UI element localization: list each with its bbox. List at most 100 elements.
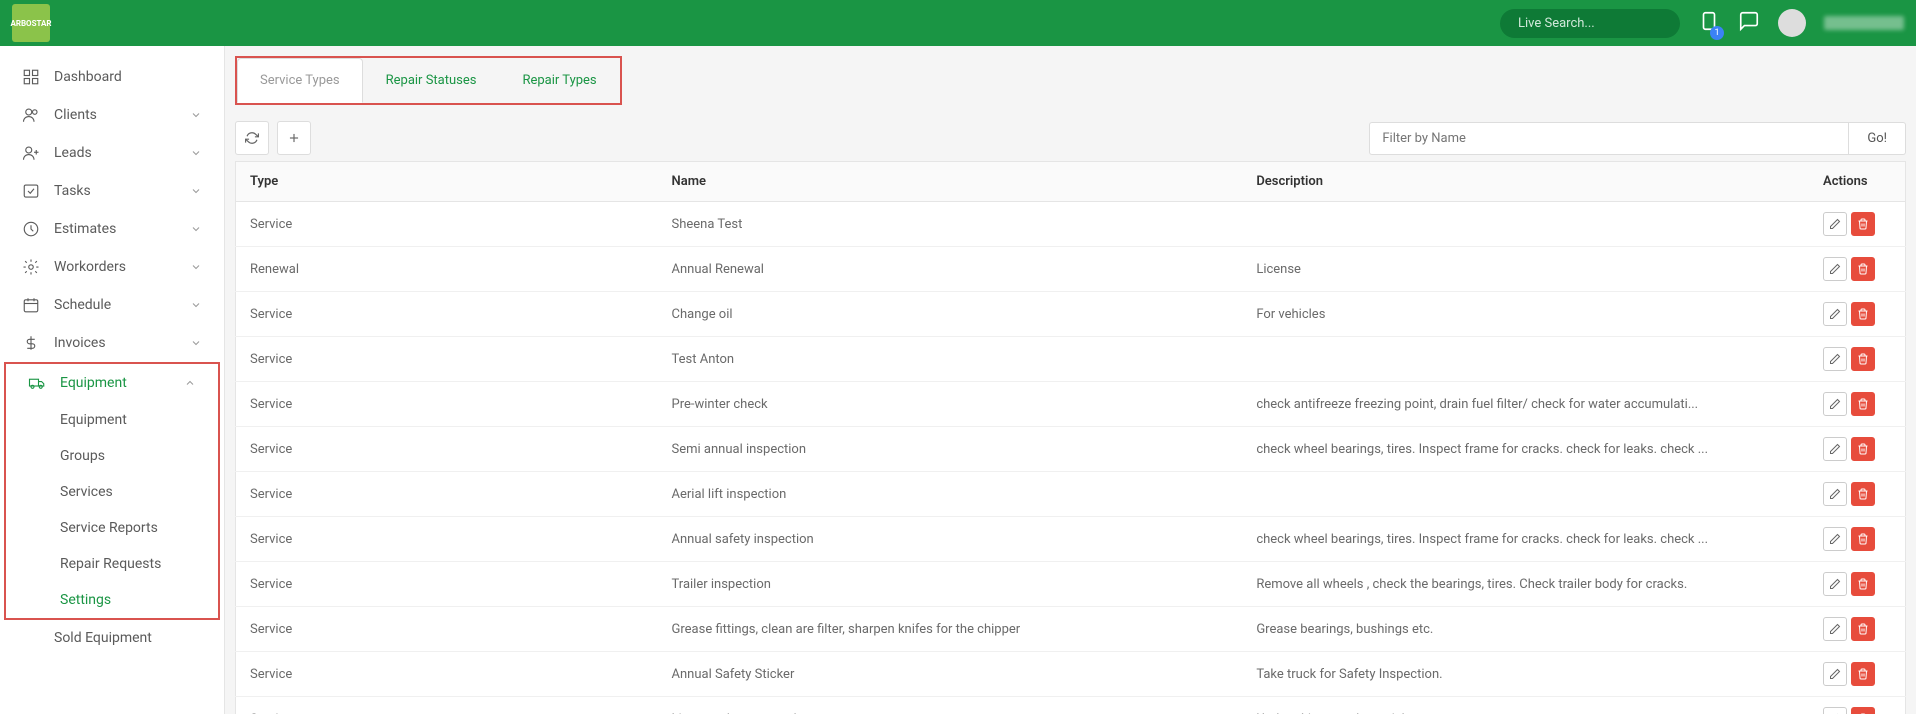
th-type[interactable]: Type: [236, 162, 658, 202]
table-row: Service Aerial lift inspection: [236, 472, 1906, 517]
edit-button[interactable]: [1823, 212, 1847, 236]
table-row: Service Pre-winter check check antifreez…: [236, 382, 1906, 427]
sidebar-item-schedule[interactable]: Schedule: [0, 286, 224, 324]
edit-button[interactable]: [1823, 572, 1847, 596]
delete-button[interactable]: [1851, 617, 1875, 641]
clock-icon: [22, 220, 40, 238]
tab-repair-types[interactable]: Repair Types: [499, 58, 619, 103]
table-row: Service Annual safety inspection check w…: [236, 517, 1906, 562]
edit-button[interactable]: [1823, 437, 1847, 461]
cell-actions: [1809, 382, 1905, 427]
sidebar-label: Clients: [54, 107, 97, 123]
table-row: Service Test Anton: [236, 337, 1906, 382]
sidebar-item-estimates[interactable]: Estimates: [0, 210, 224, 248]
sidebar-sub-equipment[interactable]: Equipment: [6, 402, 218, 438]
th-desc[interactable]: Description: [1242, 162, 1809, 202]
app-header: ARBOSTAR 1: [0, 0, 1916, 46]
mobile-icon[interactable]: 1: [1698, 10, 1720, 36]
cell-type: Service: [236, 382, 658, 427]
cell-desc: For vehicles: [1242, 292, 1809, 337]
sidebar-sub-settings[interactable]: Settings: [6, 582, 218, 618]
chevron-down-icon: [190, 337, 202, 349]
edit-button[interactable]: [1823, 347, 1847, 371]
cell-actions: [1809, 427, 1905, 472]
cell-desc: Grease bearings, bushings etc.: [1242, 607, 1809, 652]
chat-icon[interactable]: [1738, 10, 1760, 36]
delete-button[interactable]: [1851, 662, 1875, 686]
cell-desc: [1242, 472, 1809, 517]
delete-button[interactable]: [1851, 212, 1875, 236]
tab-repair-statuses[interactable]: Repair Statuses: [363, 58, 500, 103]
go-button[interactable]: Go!: [1849, 122, 1906, 155]
table-row: Service Trailer inspection Remove all wh…: [236, 562, 1906, 607]
delete-button[interactable]: [1851, 437, 1875, 461]
username[interactable]: [1824, 16, 1904, 30]
sidebar-label: Schedule: [54, 297, 111, 313]
cell-type: Service: [236, 697, 658, 714]
filter-input[interactable]: [1369, 122, 1849, 155]
edit-button[interactable]: [1823, 527, 1847, 551]
user-plus-icon: [22, 144, 40, 162]
table-row: Service Licence plate renewal Update Lic…: [236, 697, 1906, 714]
sidebar-item-dashboard[interactable]: Dashboard: [0, 58, 224, 96]
sidebar-label: Leads: [54, 145, 92, 161]
truck-icon: [28, 374, 46, 392]
cell-desc: [1242, 202, 1809, 247]
live-search-input[interactable]: [1500, 9, 1680, 38]
sidebar-sub-services[interactable]: Services: [6, 474, 218, 510]
cell-type: Service: [236, 337, 658, 382]
edit-button[interactable]: [1823, 617, 1847, 641]
sidebar-item-clients[interactable]: Clients: [0, 96, 224, 134]
delete-button[interactable]: [1851, 302, 1875, 326]
table-row: Service Grease fittings, clean are filte…: [236, 607, 1906, 652]
avatar[interactable]: [1778, 9, 1806, 37]
cell-type: Service: [236, 472, 658, 517]
add-button[interactable]: [277, 121, 311, 155]
th-actions: Actions: [1809, 162, 1905, 202]
delete-button[interactable]: [1851, 347, 1875, 371]
sidebar-item-invoices[interactable]: Invoices: [0, 324, 224, 362]
cell-actions: [1809, 562, 1905, 607]
sidebar-item-tasks[interactable]: Tasks: [0, 172, 224, 210]
delete-button[interactable]: [1851, 572, 1875, 596]
chevron-down-icon: [190, 109, 202, 121]
edit-button[interactable]: [1823, 302, 1847, 326]
edit-button[interactable]: [1823, 482, 1847, 506]
cell-type: Service: [236, 517, 658, 562]
edit-button[interactable]: [1823, 392, 1847, 416]
sidebar-sub-service-reports[interactable]: Service Reports: [6, 510, 218, 546]
edit-button[interactable]: [1823, 707, 1847, 714]
tabs-wrapper: Service Types Repair Statuses Repair Typ…: [235, 56, 1906, 105]
cell-name: Change oil: [658, 292, 1243, 337]
cell-type: Service: [236, 562, 658, 607]
service-types-table: Type Name Description Actions Service Sh…: [235, 161, 1906, 714]
cell-name: Sheena Test: [658, 202, 1243, 247]
cell-actions: [1809, 652, 1905, 697]
sidebar-label: Tasks: [54, 183, 91, 199]
sidebar: Dashboard Clients Leads Tasks: [0, 46, 225, 714]
sidebar-sub-groups[interactable]: Groups: [6, 438, 218, 474]
sidebar-item-leads[interactable]: Leads: [0, 134, 224, 172]
sidebar-sub-sold-equipment[interactable]: Sold Equipment: [0, 620, 224, 656]
delete-button[interactable]: [1851, 392, 1875, 416]
logo[interactable]: ARBOSTAR: [12, 4, 50, 42]
notification-badge: 1: [1710, 26, 1724, 40]
delete-button[interactable]: [1851, 707, 1875, 714]
cell-type: Service: [236, 652, 658, 697]
header-right: 1: [1500, 9, 1904, 38]
th-name[interactable]: Name: [658, 162, 1243, 202]
delete-button[interactable]: [1851, 482, 1875, 506]
cell-name: Annual Renewal: [658, 247, 1243, 292]
sidebar-item-equipment[interactable]: Equipment: [6, 364, 218, 402]
sidebar-label: Workorders: [54, 259, 126, 275]
sidebar-label: Estimates: [54, 221, 116, 237]
edit-button[interactable]: [1823, 662, 1847, 686]
refresh-button[interactable]: [235, 121, 269, 155]
edit-button[interactable]: [1823, 257, 1847, 281]
cell-name: Trailer inspection: [658, 562, 1243, 607]
delete-button[interactable]: [1851, 257, 1875, 281]
sidebar-item-workorders[interactable]: Workorders: [0, 248, 224, 286]
sidebar-sub-repair-requests[interactable]: Repair Requests: [6, 546, 218, 582]
delete-button[interactable]: [1851, 527, 1875, 551]
tab-service-types[interactable]: Service Types: [237, 58, 363, 103]
